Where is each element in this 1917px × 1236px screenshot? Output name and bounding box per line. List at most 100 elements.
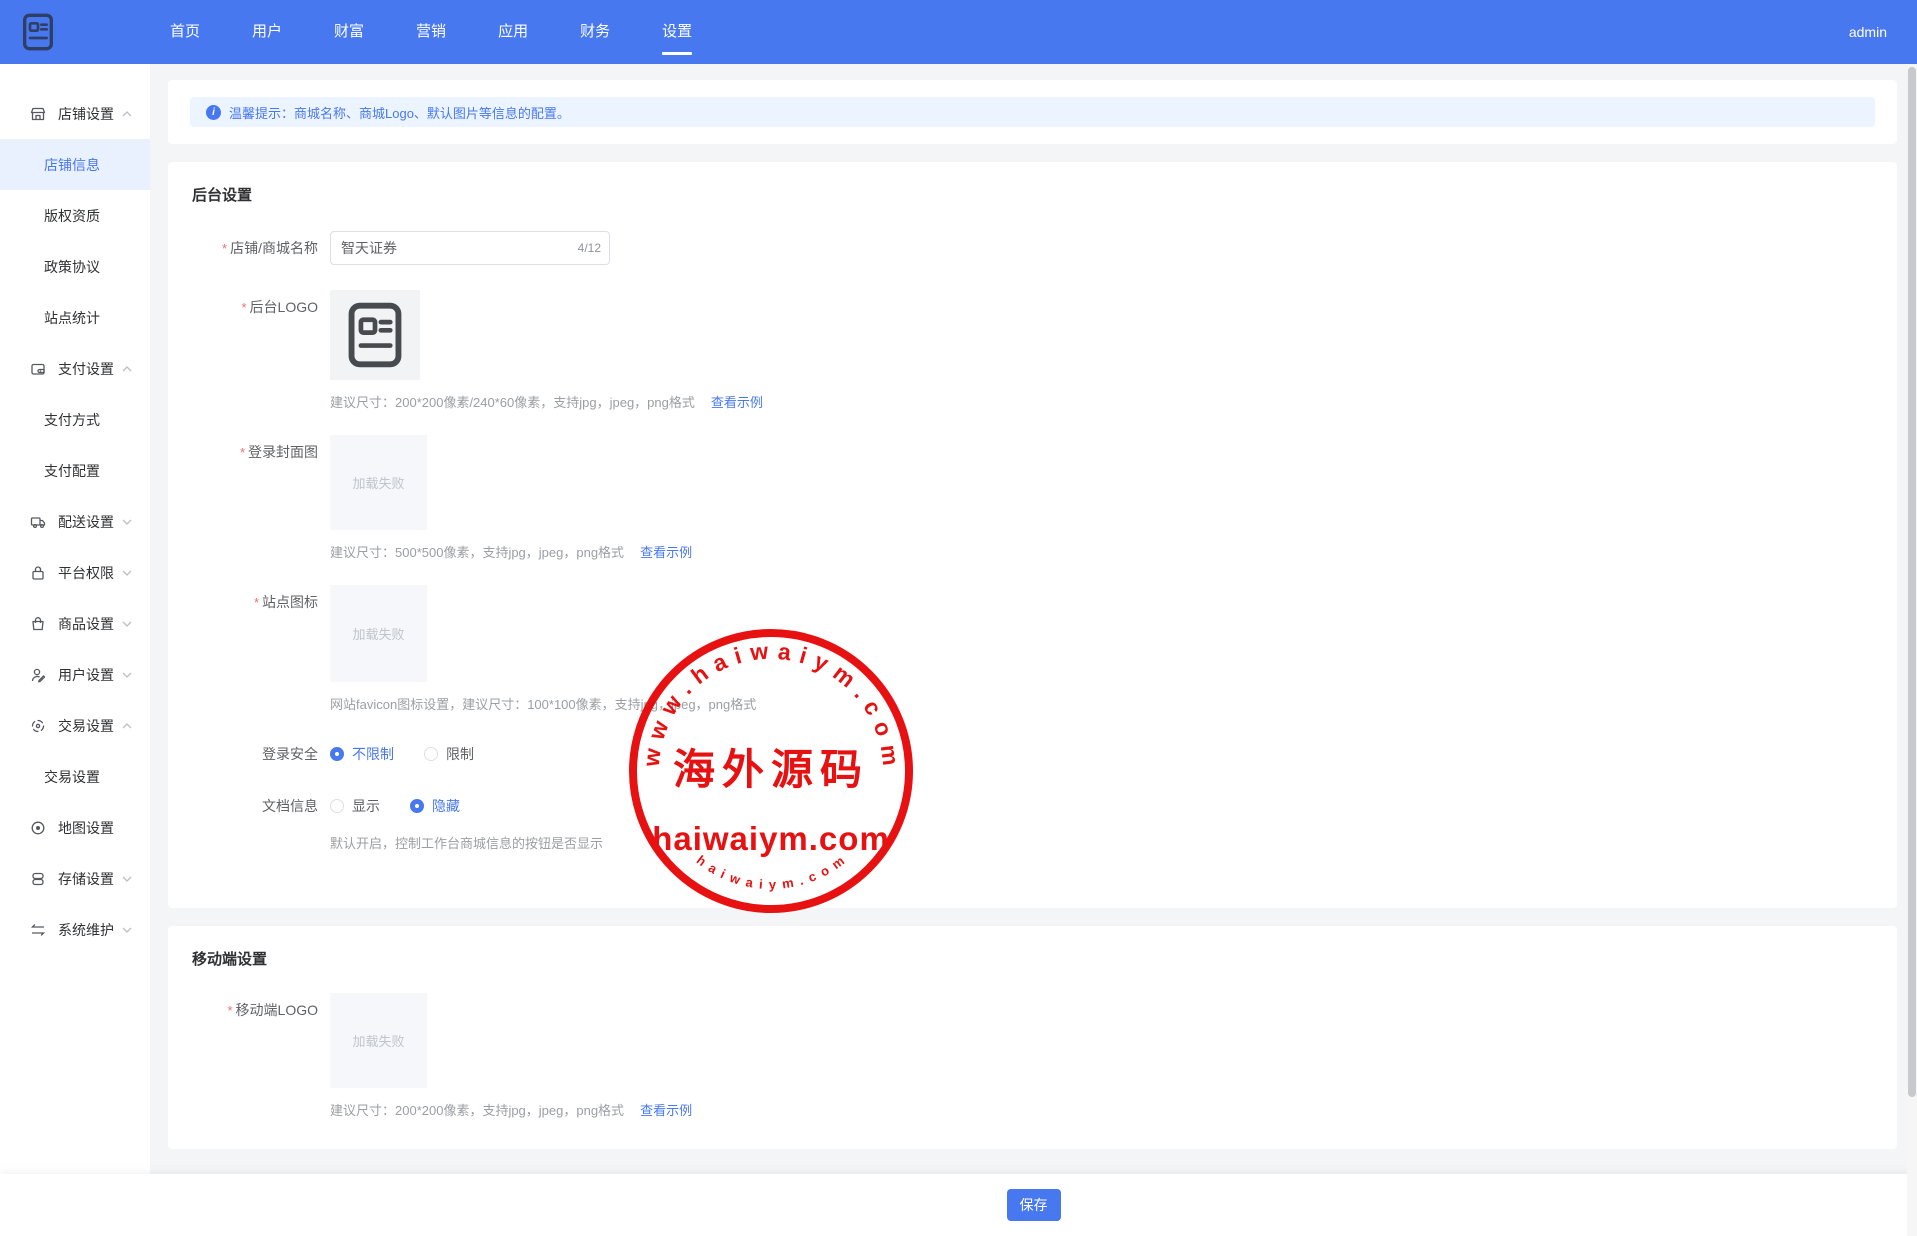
doc-info-label: 文档信息	[192, 789, 330, 852]
sidebar-item-shop-info[interactable]: 店铺信息	[0, 139, 150, 190]
form-row-login-security: 登录安全 不限制 限制	[192, 737, 1873, 771]
mobile-logo-hint: 建议尺寸：200*200像素，支持jpg，jpeg，png格式	[330, 1100, 624, 1119]
mobile-settings-card: 移动端设置 *移动端LOGO 加载失败 建议尺寸：200*200像素，支持jpg…	[168, 926, 1897, 1149]
sidebar-group-goods-settings[interactable]: 商品设置	[0, 598, 150, 649]
chevron-up-icon	[122, 723, 132, 729]
view-example-link[interactable]: 查看示例	[640, 1100, 692, 1119]
nav-item-wealth[interactable]: 财富	[334, 0, 364, 64]
radio-unrestricted[interactable]: 不限制	[330, 744, 394, 764]
sidebar-item-payment-method[interactable]: 支付方式	[0, 394, 150, 445]
main-content: i 温馨提示：商城名称、商城Logo、默认图片等信息的配置。 后台设置 *店铺/…	[150, 64, 1917, 1236]
required-mark: *	[254, 595, 259, 610]
scrollbar-thumb[interactable]	[1908, 67, 1916, 1097]
nav-item-finance[interactable]: 财务	[580, 0, 610, 64]
radio-dot	[410, 799, 424, 813]
form-row-doc-info: 文档信息 显示 隐藏 默认开启，控制工作台商城信息的按钮是否显示	[192, 789, 1873, 852]
radio-label: 限制	[446, 744, 474, 764]
app-logo-icon[interactable]	[18, 7, 58, 57]
sidebar-group-user-settings[interactable]: 用户设置	[0, 649, 150, 700]
card-logo-image	[346, 301, 404, 369]
lock-icon	[30, 565, 46, 581]
load-failed-text: 加载失败	[352, 624, 404, 643]
form-row-mobile-logo: *移动端LOGO 加载失败 建议尺寸：200*200像素，支持jpg，jpeg，…	[192, 993, 1873, 1119]
sidebar-group-label: 店铺设置	[58, 104, 114, 124]
radio-hide[interactable]: 隐藏	[410, 796, 460, 816]
radio-dot	[330, 747, 344, 761]
char-counter: 4/12	[578, 241, 601, 255]
sidebar-item-label: 版权资质	[44, 206, 100, 226]
bag-icon	[30, 616, 46, 632]
chevron-up-icon	[122, 366, 132, 372]
sidebar-group-platform-permission[interactable]: 平台权限	[0, 547, 150, 598]
sidebar-item-policy[interactable]: 政策协议	[0, 241, 150, 292]
site-icon-label: *站点图标	[192, 585, 330, 713]
chevron-down-icon	[122, 876, 132, 882]
chevron-up-icon	[122, 111, 132, 117]
form-row-shop-name: *店铺/商城名称 智天证券 4/12	[192, 231, 1873, 266]
nav-item-users[interactable]: 用户	[252, 0, 282, 64]
sidebar-group-system-maintenance[interactable]: 系统维护	[0, 904, 150, 955]
truck-icon	[30, 514, 46, 530]
main-nav-menu: 首页 用户 财富 营销 应用 财务 设置	[170, 0, 692, 64]
sidebar-item-site-stats[interactable]: 站点统计	[0, 292, 150, 343]
site-icon-upload[interactable]: 加载失败	[330, 585, 427, 682]
sidebar-item-label: 支付方式	[44, 410, 100, 430]
sidebar-group-label: 配送设置	[58, 512, 114, 532]
required-mark: *	[241, 300, 246, 315]
radio-label: 隐藏	[432, 796, 460, 816]
nav-item-home[interactable]: 首页	[170, 0, 200, 64]
sidebar-item-copyright[interactable]: 版权资质	[0, 190, 150, 241]
page-scrollbar[interactable]	[1907, 64, 1917, 1236]
login-cover-upload[interactable]: 加载失败	[330, 435, 427, 530]
required-mark: *	[222, 241, 227, 256]
login-cover-label: *登录封面图	[192, 435, 330, 561]
sidebar-item-label: 站点统计	[44, 308, 100, 328]
sidebar-group-storage-settings[interactable]: 存储设置	[0, 853, 150, 904]
sidebar-group-label: 系统维护	[58, 920, 114, 940]
trade-icon	[30, 718, 46, 734]
sidebar-group-label: 支付设置	[58, 359, 114, 379]
view-example-link[interactable]: 查看示例	[640, 542, 692, 561]
chevron-down-icon	[122, 927, 132, 933]
save-button[interactable]: 保存	[1007, 1189, 1061, 1221]
sidebar-group-label: 交易设置	[58, 716, 114, 736]
sidebar-group-trade-settings[interactable]: 交易设置	[0, 700, 150, 751]
radio-restricted[interactable]: 限制	[424, 744, 474, 764]
form-row-backend-logo: *后台LOGO 建议尺寸：200*200像素/240*60像素，支持jp	[192, 290, 1873, 411]
nav-item-marketing[interactable]: 营销	[416, 0, 446, 64]
mobile-logo-upload[interactable]: 加载失败	[330, 993, 427, 1088]
nav-item-settings[interactable]: 设置	[662, 0, 692, 64]
sidebar-group-delivery-settings[interactable]: 配送设置	[0, 496, 150, 547]
nav-item-apps[interactable]: 应用	[498, 0, 528, 64]
radio-show[interactable]: 显示	[330, 796, 380, 816]
shop-name-label: *店铺/商城名称	[192, 231, 330, 266]
sidebar-group-map-settings[interactable]: 地图设置	[0, 802, 150, 853]
top-navbar: 首页 用户 财富 营销 应用 财务 设置 admin	[0, 0, 1917, 64]
shop-icon	[30, 106, 46, 122]
backend-settings-card: 后台设置 *店铺/商城名称 智天证券 4/12 *后台LOGO	[168, 162, 1897, 908]
sidebar-item-payment-config[interactable]: 支付配置	[0, 445, 150, 496]
sidebar-group-shop-settings[interactable]: 店铺设置	[0, 88, 150, 139]
required-mark: *	[240, 445, 245, 460]
sidebar-item-trade-settings[interactable]: 交易设置	[0, 751, 150, 802]
login-cover-hint: 建议尺寸：500*500像素，支持jpg，jpeg，png格式	[330, 542, 624, 561]
sidebar-item-label: 支付配置	[44, 461, 100, 481]
view-example-link[interactable]: 查看示例	[711, 392, 763, 411]
current-user[interactable]: admin	[1849, 24, 1887, 40]
sidebar-item-label: 交易设置	[44, 767, 100, 787]
chevron-down-icon	[122, 621, 132, 627]
required-mark: *	[227, 1003, 232, 1018]
sidebar-group-label: 商品设置	[58, 614, 114, 634]
storage-icon	[30, 871, 46, 887]
mobile-logo-label: *移动端LOGO	[192, 993, 330, 1119]
tip-text: 温馨提示：商城名称、商城Logo、默认图片等信息的配置。	[229, 103, 570, 122]
radio-dot	[330, 799, 344, 813]
backend-logo-hint: 建议尺寸：200*200像素/240*60像素，支持jpg，jpeg，png格式	[330, 392, 695, 411]
radio-label: 显示	[352, 796, 380, 816]
radio-label: 不限制	[352, 744, 394, 764]
sidebar-group-payment-settings[interactable]: 支付设置	[0, 343, 150, 394]
backend-settings-title: 后台设置	[192, 184, 1873, 205]
shop-name-input[interactable]: 智天证券 4/12	[330, 231, 610, 265]
backend-logo-upload[interactable]	[330, 290, 420, 380]
footer-bar: 保存	[0, 1174, 1917, 1236]
